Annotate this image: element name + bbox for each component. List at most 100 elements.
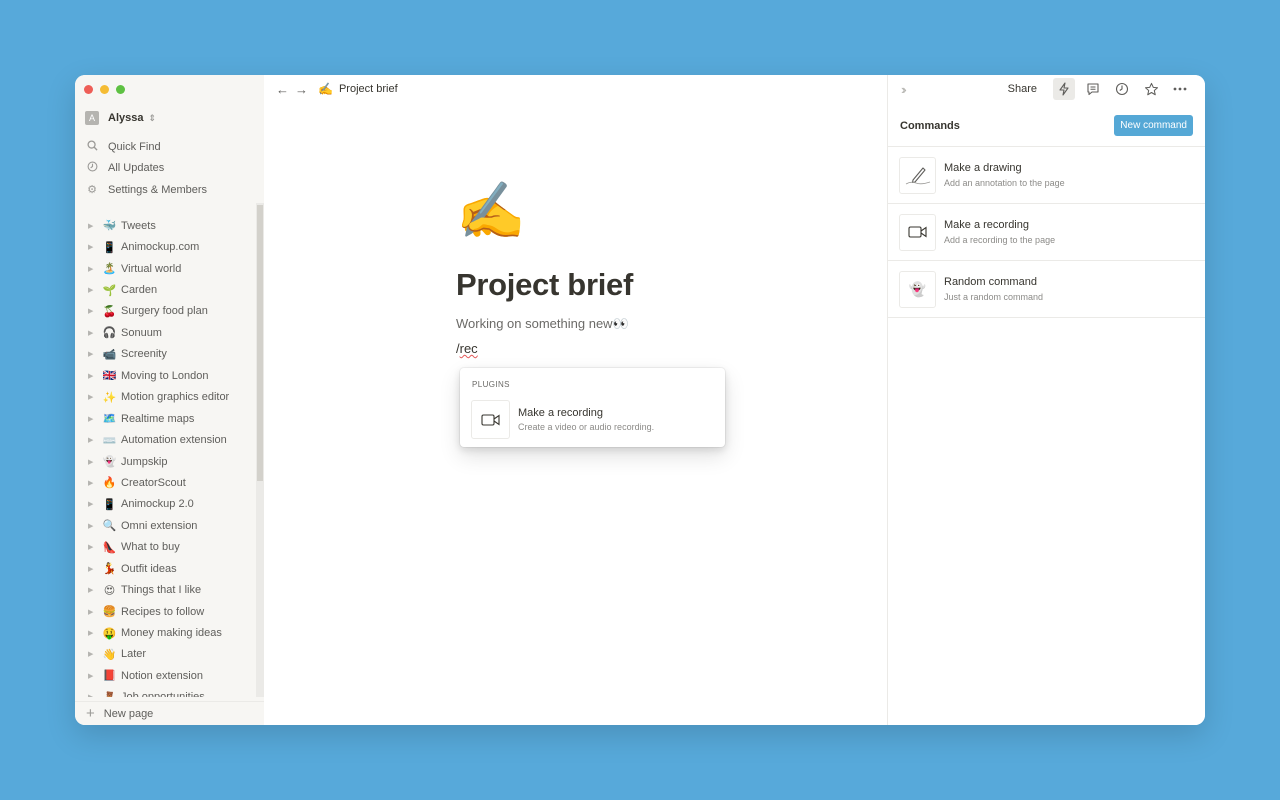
sidebar-item-all-updates[interactable]: All Updates	[85, 158, 264, 180]
sidebar-menu: Quick Find All Updates ⚙ Settings & Memb…	[85, 136, 264, 201]
page-tree-item[interactable]: ▶ 🐳 Tweets	[75, 215, 255, 236]
page-tree-item[interactable]: ▶ 🎧 Sonuum	[75, 322, 255, 343]
expand-triangle-icon[interactable]: ▶	[88, 565, 102, 573]
slash-command-query: rec	[459, 341, 478, 356]
expand-triangle-icon[interactable]: ▶	[88, 650, 102, 658]
page-emoji-icon: 👻	[102, 456, 117, 469]
page-tree-item[interactable]: ▶ 🍒 Surgery food plan	[75, 301, 255, 322]
expand-triangle-icon[interactable]: ▶	[88, 372, 102, 380]
breadcrumb-title[interactable]: Project brief	[339, 83, 398, 95]
minimize-window-button[interactable]	[100, 85, 109, 94]
page-emoji-icon: 🍔	[102, 606, 117, 619]
page-tree-item[interactable]: ▶ 🔥 CreatorScout	[75, 472, 255, 493]
command-item-make-recording[interactable]: Make a recording Add a recording to the …	[888, 204, 1205, 261]
page-tree-item[interactable]: ▶🧸 Job opportunities	[75, 687, 255, 697]
breadcrumb-page-icon: ✍️	[318, 82, 333, 96]
page-tree-item[interactable]: ▶ 📱 Animockup 2.0	[75, 494, 255, 515]
forward-arrow-icon[interactable]: →	[295, 82, 308, 97]
workspace-switcher[interactable]: A Alyssa ⇕	[85, 111, 156, 125]
page-tree-item[interactable]: ▶ 🍔 Recipes to follow	[75, 601, 255, 622]
slash-command-input[interactable]: /rec	[456, 341, 633, 356]
page-emoji-icon: 🐳	[102, 220, 117, 233]
page-title: Outfit ideas	[121, 562, 177, 575]
star-icon[interactable]	[1140, 78, 1162, 100]
expand-triangle-icon[interactable]: ▶	[88, 350, 102, 358]
page-title: Recipes to follow	[121, 605, 205, 618]
close-window-button[interactable]	[84, 85, 93, 94]
expand-triangle-icon[interactable]: ▶	[88, 307, 102, 315]
expand-triangle-icon[interactable]: ▶	[88, 415, 102, 423]
page-tree-item[interactable]: ▶ 📕 Notion extension	[75, 665, 255, 686]
lightning-icon[interactable]	[1053, 78, 1075, 100]
page-title: Animockup 2.0	[121, 498, 194, 511]
command-item-make-drawing[interactable]: Make a drawing Add an annotation to the …	[888, 147, 1205, 204]
page-emoji-icon: 👋	[102, 648, 117, 661]
page-emoji-icon: ✨	[102, 391, 117, 404]
expand-triangle-icon[interactable]: ▶	[88, 672, 102, 680]
expand-triangle-icon[interactable]: ▶	[88, 436, 102, 444]
sidebar-scrollbar[interactable]	[256, 203, 264, 697]
page-emoji-icon: 🌱	[102, 284, 117, 297]
comment-icon[interactable]	[1082, 78, 1104, 100]
commands-list: Make a drawing Add an annotation to the …	[888, 146, 1205, 318]
expand-triangle-icon[interactable]: ▶	[88, 393, 102, 401]
share-button[interactable]: Share	[1008, 83, 1037, 95]
page-tree-item[interactable]: ▶ 👋 Later	[75, 644, 255, 665]
maximize-window-button[interactable]	[116, 85, 125, 94]
command-item-random-command[interactable]: 👻 Random command Just a random command	[888, 261, 1205, 318]
page-tree-item[interactable]: ▶ 👻 Jumpskip	[75, 451, 255, 472]
page-tree-item[interactable]: ▶ 🤑 Money making ideas	[75, 622, 255, 643]
expand-triangle-icon[interactable]: ▶	[88, 543, 102, 551]
expand-triangle-icon[interactable]: ▶	[88, 286, 102, 294]
editor-topbar: ← → ✍️ Project brief	[276, 81, 398, 97]
expand-triangle-icon[interactable]: ▶	[88, 265, 102, 273]
back-arrow-icon[interactable]: ←	[276, 82, 289, 97]
page-tree-item[interactable]: ▶ 🇬🇧 Moving to London	[75, 365, 255, 386]
page-title: Animockup.com	[121, 241, 200, 254]
slash-menu-item-make-recording[interactable]: Make a recording Create a video or audio…	[471, 400, 717, 439]
sidebar-item-quick-find[interactable]: Quick Find	[85, 136, 264, 158]
page-title: Virtual world	[121, 262, 182, 275]
expand-triangle-icon[interactable]: ▶	[88, 458, 102, 466]
more-options-icon[interactable]	[1169, 78, 1191, 100]
expand-triangle-icon[interactable]: ▶	[88, 479, 102, 487]
expand-triangle-icon[interactable]: ▶	[88, 522, 102, 530]
page-tree-item[interactable]: ▶ 📱 Animockup.com	[75, 236, 255, 257]
expand-triangle-icon[interactable]: ▶	[88, 608, 102, 616]
page-tree-item[interactable]: ▶ 📹 Screenity	[75, 344, 255, 365]
page-tree-item[interactable]: ▶ 🌱 Carden	[75, 279, 255, 300]
page-icon[interactable]: ✍️	[456, 183, 633, 239]
page-title: Sonuum	[121, 326, 162, 339]
page-tree-item[interactable]: ▶ 😍 Things that I like	[75, 579, 255, 600]
page-text-block[interactable]: Working on something new👀	[456, 316, 633, 332]
page-title: CreatorScout	[121, 476, 186, 489]
sidebar-scroll-thumb[interactable]	[257, 205, 263, 481]
commands-header: Commands New command	[900, 115, 1193, 136]
expand-triangle-icon[interactable]: ▶	[88, 629, 102, 637]
page-title[interactable]: Project brief	[456, 267, 633, 303]
page-tree-item[interactable]: ▶ 🔍 Omni extension	[75, 515, 255, 536]
panel-topbar: ›› Share	[888, 75, 1205, 103]
page-tree-item[interactable]: ▶ 👠 What to buy	[75, 537, 255, 558]
page-tree-item[interactable]: ▶ 🏝️ Virtual world	[75, 258, 255, 279]
sidebar-item-settings[interactable]: ⚙ Settings & Members	[85, 179, 264, 201]
page-tree-item[interactable]: ▶ ⌨️ Automation extension	[75, 429, 255, 450]
search-icon	[85, 140, 99, 154]
command-description: Just a random command	[944, 292, 1044, 302]
expand-triangle-icon[interactable]: ▶	[88, 586, 102, 594]
expand-triangle-icon[interactable]: ▶	[88, 222, 102, 230]
new-command-button[interactable]: New command	[1114, 115, 1193, 136]
collapse-panel-icon[interactable]: ››	[901, 82, 906, 97]
page-tree-item[interactable]: ▶ 🗺️ Realtime maps	[75, 408, 255, 429]
expand-triangle-icon[interactable]: ▶	[88, 500, 102, 508]
expand-triangle-icon[interactable]: ▶	[88, 243, 102, 251]
page-emoji-icon: 🏝️	[102, 263, 117, 276]
command-title: Make a recording	[944, 219, 1029, 231]
expand-triangle-icon[interactable]: ▶	[88, 329, 102, 337]
expand-triangle-icon[interactable]: ▶	[88, 693, 102, 697]
page-tree-item[interactable]: ▶ 💃 Outfit ideas	[75, 558, 255, 579]
history-clock-icon[interactable]	[1111, 78, 1133, 100]
new-page-button[interactable]: + New page	[75, 701, 264, 725]
editor: ← → ✍️ Project brief ✍️ Project brief Wo…	[264, 75, 887, 725]
page-tree-item[interactable]: ▶ ✨ Motion graphics editor	[75, 387, 255, 408]
